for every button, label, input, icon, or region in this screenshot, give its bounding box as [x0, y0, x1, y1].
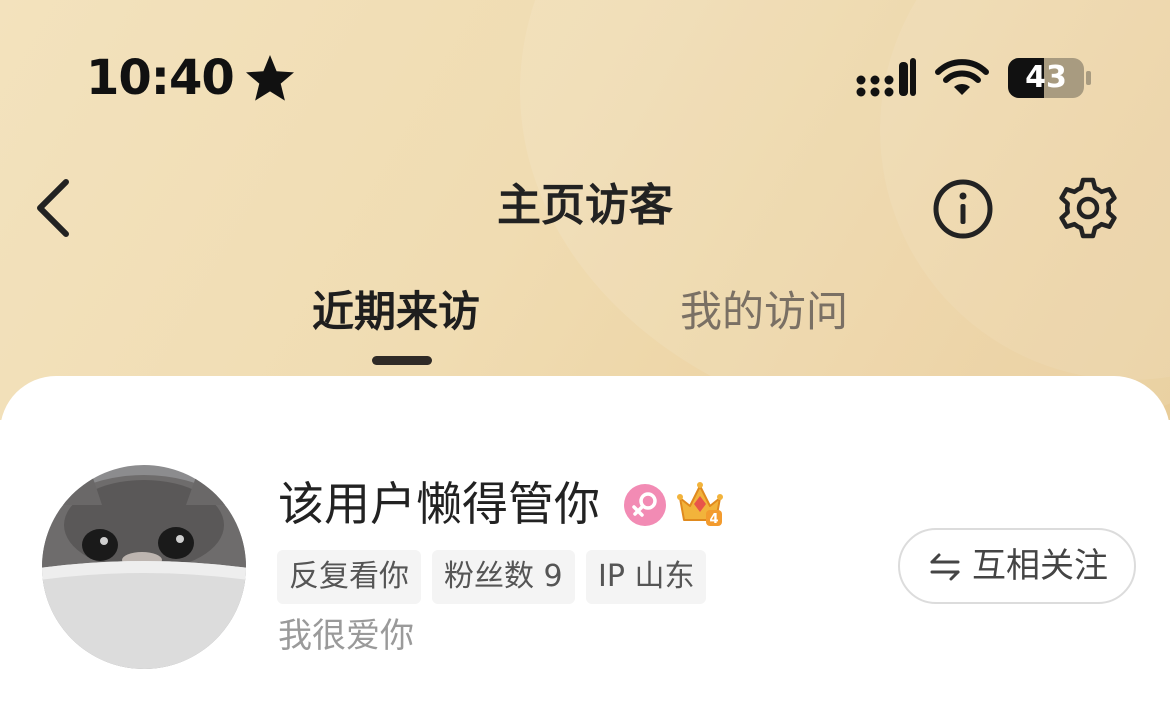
mutual-follow-label: 互相关注: [972, 546, 1108, 586]
tab-my-visits[interactable]: 我的访问: [680, 284, 848, 340]
tab-recent-visits[interactable]: 近期来访: [312, 284, 480, 340]
female-icon: [624, 484, 666, 526]
user-signature: 我很爱你: [278, 616, 414, 656]
tag-follower-count: 粉丝数 9: [432, 550, 575, 604]
status-time: 10:40: [86, 50, 235, 106]
tag-repeat-views: 反复看你: [277, 550, 421, 604]
back-icon[interactable]: [30, 176, 78, 240]
battery-level: 43: [1025, 60, 1067, 95]
active-tab-indicator: [372, 356, 432, 365]
mutual-arrows-icon: [930, 553, 960, 581]
tag-ip-location: IP 山东: [586, 550, 707, 604]
user-name[interactable]: 该用户懒得管你: [278, 474, 600, 534]
star-icon: [246, 55, 294, 101]
signal-icon: [856, 58, 916, 97]
wifi-icon: [935, 59, 989, 95]
crown-level-icon: 4: [677, 482, 723, 527]
page-title: 主页访客: [497, 180, 673, 231]
avatar[interactable]: [42, 465, 246, 669]
mutual-follow-button[interactable]: 互相关注: [898, 528, 1136, 604]
crown-level-number: 4: [709, 512, 718, 527]
gear-icon[interactable]: [1056, 176, 1120, 240]
kitten-avatar-image: [42, 465, 246, 669]
info-icon[interactable]: [932, 178, 994, 240]
